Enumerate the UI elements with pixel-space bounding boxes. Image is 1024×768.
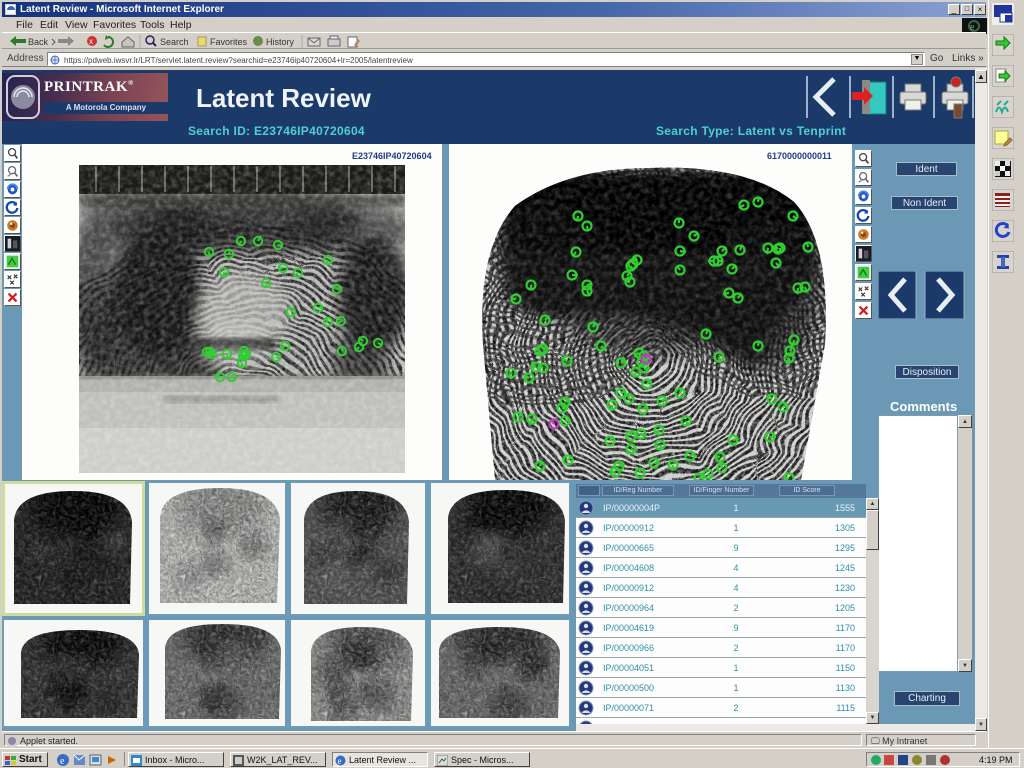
svg-text:History: History — [266, 37, 295, 47]
svg-text:x: x — [89, 37, 93, 46]
svg-text:Back: Back — [28, 37, 49, 47]
svg-text:e: e — [60, 756, 65, 767]
svg-text:Favorites: Favorites — [210, 37, 248, 47]
svg-text:Search: Search — [160, 37, 189, 47]
svg-text:e: e — [338, 756, 342, 766]
